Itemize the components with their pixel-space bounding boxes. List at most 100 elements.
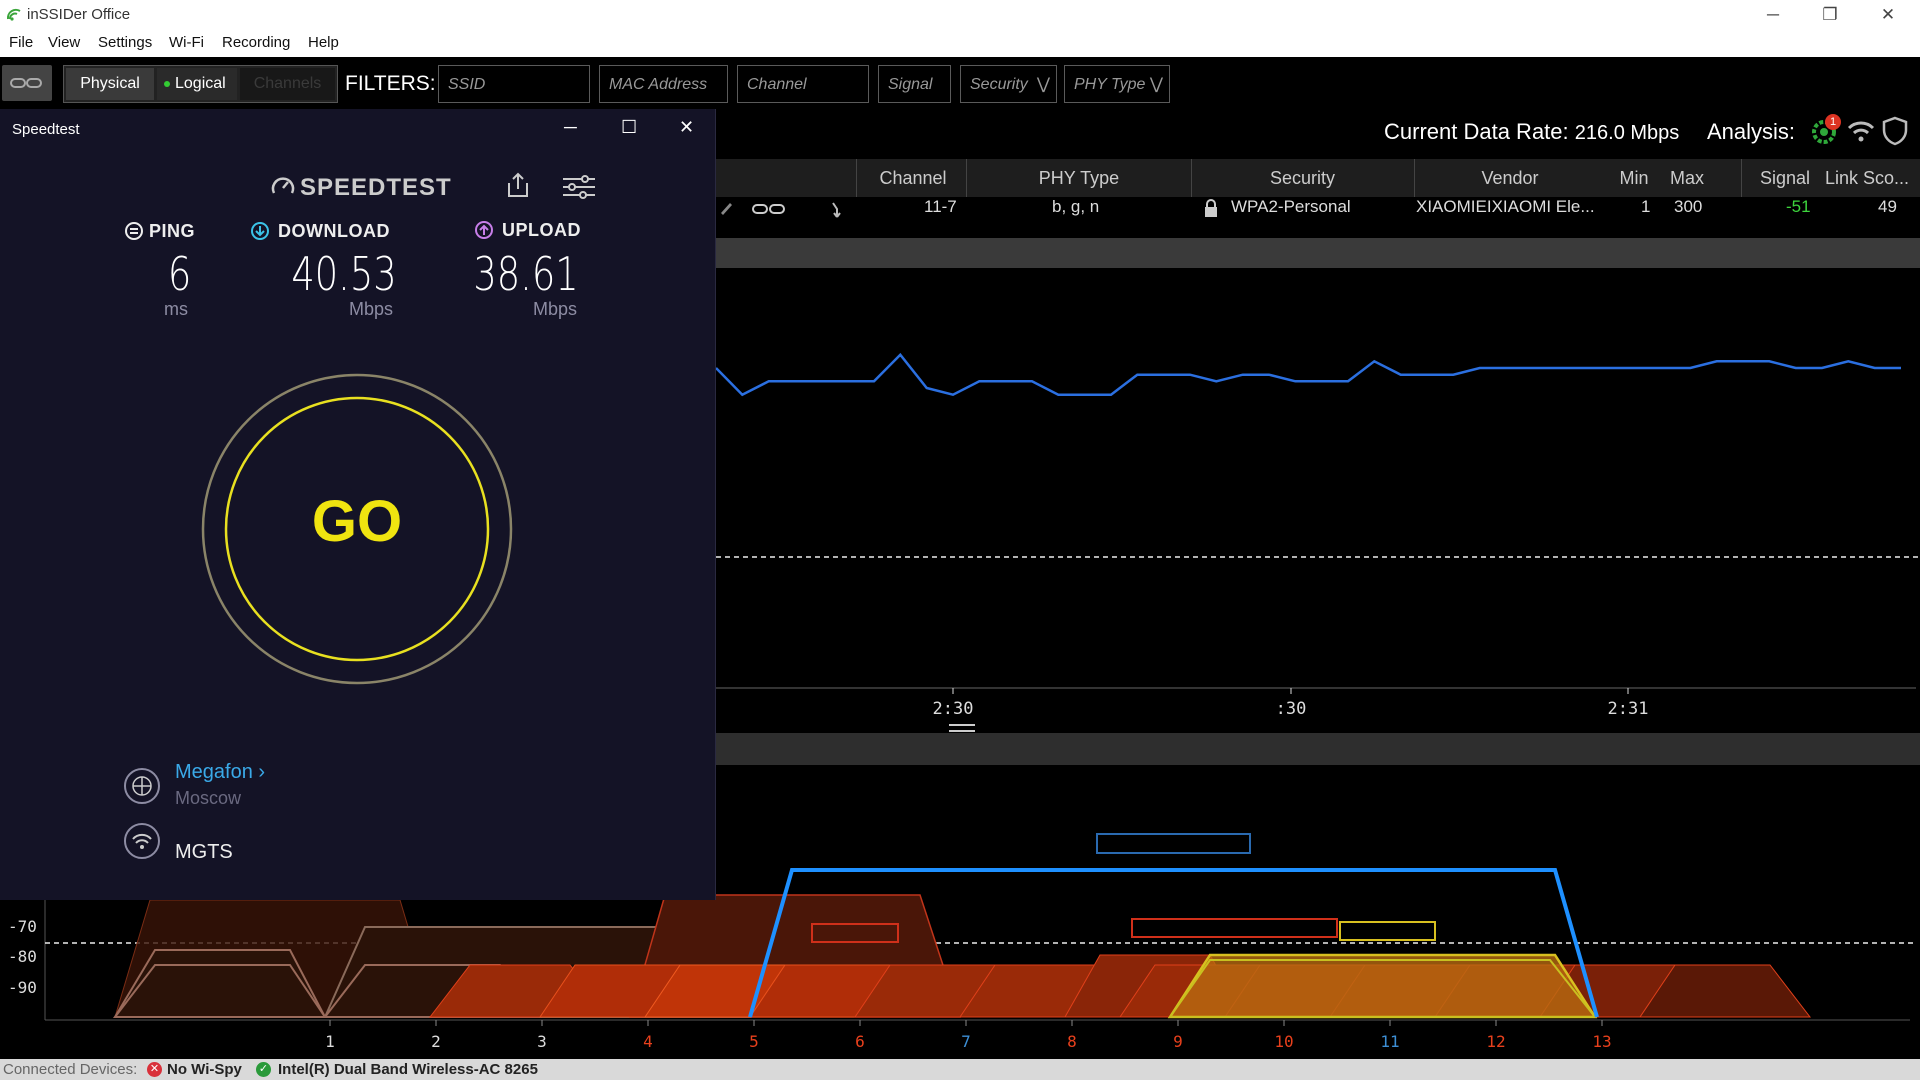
channels-button[interactable]: Channels: [240, 68, 335, 100]
col-link-score[interactable]: Link Sco...: [1825, 168, 1920, 189]
network-shape: [1096, 833, 1251, 854]
close-button[interactable]: ✕: [1868, 3, 1908, 27]
section-separator: [716, 733, 1920, 765]
shield-icon[interactable]: [1882, 116, 1908, 146]
col-security[interactable]: Security: [1200, 168, 1405, 189]
column-divider: [856, 159, 857, 197]
analysis-gear-icon[interactable]: 1: [1810, 114, 1841, 146]
channel-label: 5: [749, 1032, 759, 1051]
minimize-button[interactable]: ─: [1753, 3, 1793, 27]
active-dot-icon: [164, 81, 170, 87]
row-phy: b, g, n: [1052, 197, 1100, 216]
device-wispy[interactable]: No Wi-Spy: [167, 1061, 242, 1078]
speedtest-brand: SPEEDTEST: [300, 174, 452, 201]
check-icon: ✓: [256, 1062, 271, 1077]
phy-filter-dropdown[interactable]: PHY Type ⋁: [1064, 65, 1170, 103]
connected-devices-label: Connected Devices:: [3, 1061, 138, 1078]
chevron-down-icon: ⋁: [1149, 76, 1163, 93]
channel-label: 12: [1486, 1032, 1505, 1051]
ping-unit: ms: [164, 299, 188, 319]
link-icon: [10, 78, 42, 88]
channel-label: 4: [643, 1032, 653, 1051]
download-value: 40.53: [291, 247, 397, 301]
server-link[interactable]: Megafon ›: [175, 761, 265, 784]
restore-button[interactable]: ❐: [1810, 3, 1850, 27]
upload-value: 38.61: [473, 247, 579, 301]
signal-filter-input[interactable]: Signal: [878, 65, 951, 103]
menu-recording[interactable]: Recording: [222, 34, 290, 51]
col-max[interactable]: Max: [1662, 168, 1712, 189]
col-phy-type[interactable]: PHY Type: [1000, 168, 1158, 189]
row-security: WPA2-Personal: [1231, 197, 1351, 216]
row-vendor: XIAOMIEIXIAOMI Ele...: [1416, 197, 1595, 216]
lock-icon: [1205, 199, 1217, 217]
x-tick-label: 2:30: [933, 699, 974, 719]
menu-settings[interactable]: Settings: [98, 34, 152, 51]
filters-label: FILTERS:: [345, 72, 436, 95]
col-signal[interactable]: Signal: [1745, 168, 1825, 189]
maximize-button[interactable]: ☐: [621, 117, 637, 138]
speedtest-titlebar: Speedtest ─ ☐ ✕: [0, 109, 716, 149]
security-filter-label: Security: [970, 76, 1028, 93]
x-tick-label: :30: [1276, 699, 1307, 719]
mac-filter-input[interactable]: MAC Address: [599, 65, 728, 103]
x-tick-label: 2:31: [1608, 699, 1649, 719]
channel-label: 8: [1067, 1032, 1077, 1051]
edit-pencil-icon[interactable]: [719, 200, 733, 216]
isp-name: MGTS: [175, 841, 233, 863]
physical-button[interactable]: Physical: [66, 68, 154, 100]
download-label: DOWNLOAD: [278, 221, 390, 241]
upload-label: UPLOAD: [502, 220, 581, 240]
col-min[interactable]: Min: [1609, 168, 1659, 189]
channel-label: 13: [1592, 1032, 1611, 1051]
column-divider: [1414, 159, 1415, 197]
row-link-score: 49: [1878, 197, 1897, 216]
channel-labels: 1 2 3 4 5 6 7 8 9 10 11 12 13: [325, 1020, 1612, 1051]
menu-file[interactable]: File: [9, 34, 33, 51]
device-wifi-adapter[interactable]: Intel(R) Dual Band Wireless-AC 8265: [278, 1061, 538, 1078]
chevron-down-icon: ⋁: [1036, 76, 1050, 93]
link-toggle-button[interactable]: [2, 65, 52, 101]
go-button[interactable]: GO: [226, 398, 488, 660]
menu-view[interactable]: View: [48, 34, 80, 51]
phy-filter-label: PHY Type: [1074, 76, 1146, 93]
row-max: 300: [1674, 197, 1703, 216]
settings-sliders-icon[interactable]: [563, 175, 595, 199]
analysis-badge: 1: [1825, 114, 1841, 130]
section-separator: [716, 238, 1920, 268]
wifi-icon[interactable]: [1846, 118, 1876, 144]
window-title: inSSIDer Office: [27, 6, 131, 23]
ssid-filter-input[interactable]: SSID: [438, 65, 590, 103]
link-icon[interactable]: [752, 202, 786, 216]
y-tick-label: -80: [8, 947, 37, 966]
column-divider: [966, 159, 967, 197]
connected-devices-bar: Connected Devices: ✕ No Wi-Spy ✓ Intel(R…: [0, 1059, 1920, 1080]
wifi-icon: [124, 823, 160, 859]
data-rate-label: Current Data Rate:: [1384, 119, 1569, 144]
menu-bar: File View Settings Wi-Fi Recording Help: [0, 29, 1920, 57]
channel-filter-input[interactable]: Channel: [737, 65, 869, 103]
globe-icon: [124, 768, 160, 804]
share-icon[interactable]: [505, 171, 531, 199]
channel-label: 3: [537, 1032, 547, 1051]
channel-label: 7: [961, 1032, 971, 1051]
ping-value: 6: [167, 247, 191, 301]
network-shape: [1167, 953, 1598, 1019]
menu-wifi[interactable]: Wi-Fi: [169, 34, 204, 51]
signal-series-line: [716, 352, 1901, 397]
speedtest-gauge-icon: [271, 177, 295, 194]
splitter-handle[interactable]: [949, 724, 975, 732]
speedtest-window: Speedtest ─ ☐ ✕ SPEEDTEST PING DOWNLOAD …: [0, 109, 716, 900]
col-channel[interactable]: Channel: [870, 168, 956, 189]
row-channel: 11-7: [924, 197, 957, 216]
speedtest-title: Speedtest: [12, 121, 80, 138]
col-vendor[interactable]: Vendor: [1420, 168, 1600, 189]
menu-help[interactable]: Help: [308, 34, 339, 51]
channel-label: 2: [431, 1032, 441, 1051]
close-button[interactable]: ✕: [679, 117, 694, 138]
security-filter-dropdown[interactable]: Security ⋁: [960, 65, 1057, 103]
minimize-button[interactable]: ─: [564, 117, 577, 138]
download-unit: Mbps: [349, 299, 394, 319]
column-divider: [1191, 159, 1192, 197]
logical-button[interactable]: Logical: [157, 68, 237, 100]
